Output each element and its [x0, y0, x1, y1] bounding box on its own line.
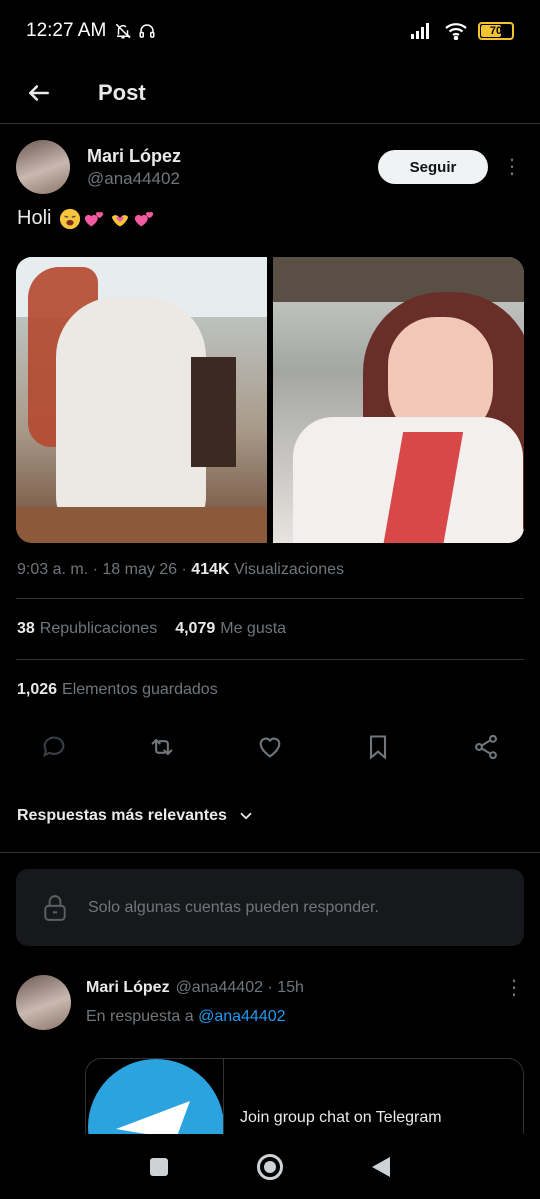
post-image-1[interactable]: [16, 257, 267, 543]
author-handle[interactable]: @ana44402: [87, 169, 181, 189]
status-time: 12:27 AM: [26, 20, 107, 41]
follow-button[interactable]: Seguir: [378, 150, 488, 184]
page-title: Post: [98, 79, 146, 105]
in-reply-to: En respuesta a @ana44402: [86, 1008, 524, 1026]
reply-restriction-notice: Solo algunas cuentas pueden responder.: [16, 869, 524, 946]
telegram-link-card[interactable]: Join group chat on Telegram: [85, 1058, 524, 1134]
reply-item[interactable]: Mari López @ana44402 · 15h ⋮ En respuest…: [16, 975, 524, 1030]
heart-hands-icon: [112, 214, 129, 226]
avatar[interactable]: [16, 975, 71, 1030]
likes-count: 4,079: [175, 620, 216, 637]
headset-icon: [139, 24, 155, 38]
avatar[interactable]: [16, 140, 70, 194]
back-triangle-icon[interactable]: [370, 1155, 392, 1179]
engagement-stats: 38 Republicaciones 4,079 Me gusta: [17, 620, 286, 638]
post-media: [16, 257, 524, 543]
reposts-count: 38: [17, 620, 35, 637]
home-circle-icon[interactable]: [256, 1153, 284, 1181]
in-reply-handle-link[interactable]: @ana44402: [198, 1008, 285, 1025]
more-options-icon[interactable]: ⋮: [500, 157, 524, 177]
post-emojis: [59, 208, 156, 230]
reply-handle-time: @ana44402 · 15h: [175, 978, 304, 996]
card-title: Join group chat on Telegram: [240, 1109, 442, 1126]
bell-off-icon: [116, 23, 132, 39]
likes-label: Me gusta: [220, 620, 287, 637]
lock-icon: [44, 894, 66, 921]
divider: [16, 659, 524, 660]
battery-icon: 70: [478, 22, 514, 40]
two-hearts-icon: [135, 211, 154, 226]
author-display-name[interactable]: Mari López: [87, 146, 181, 167]
divider: [0, 852, 540, 853]
bookmarks-count: 1,026: [17, 681, 58, 698]
post-meta: 9:03 a. m. · 18 may 26 · 414K Visualizac…: [17, 561, 344, 579]
in-reply-prefix: En respuesta a: [86, 1008, 199, 1025]
post-text-content: Holi: [17, 207, 52, 229]
likes-stat[interactable]: 4,079 Me gusta: [175, 620, 286, 638]
signal-icon: [411, 23, 429, 39]
reposts-stat[interactable]: 38 Republicaciones: [17, 620, 157, 638]
system-nav-bar: [0, 1134, 540, 1199]
post-image-2[interactable]: [273, 257, 524, 543]
post-text: Holi: [17, 207, 156, 230]
bookmarks-label: Elementos guardados: [62, 681, 218, 698]
back-arrow-icon[interactable]: [26, 80, 52, 106]
top-bar: Post: [0, 62, 540, 124]
repost-icon[interactable]: [148, 733, 176, 761]
views-count: 414K: [191, 561, 230, 578]
replies-sort-dropdown[interactable]: Respuestas más relevantes: [17, 807, 255, 825]
reposts-label: Republicaciones: [39, 620, 158, 637]
share-icon[interactable]: [472, 733, 500, 761]
more-options-icon[interactable]: ⋮: [504, 975, 524, 1000]
recents-square-icon[interactable]: [148, 1156, 170, 1178]
reply-restriction-label: Solo algunas cuentas pueden responder.: [88, 898, 379, 916]
post-timestamp: 9:03 a. m. · 18 may 26 ·: [17, 561, 192, 578]
battery-level: 70: [489, 25, 503, 37]
reply-display-name[interactable]: Mari López: [86, 979, 170, 997]
replies-sort-label: Respuestas más relevantes: [17, 807, 227, 824]
weary-face-icon: [60, 208, 81, 229]
chevron-down-icon: [240, 812, 252, 820]
reply-icon[interactable]: [40, 733, 68, 761]
post-actions: [40, 733, 500, 761]
post-header: Mari López @ana44402 Seguir ⋮: [16, 140, 524, 194]
bookmarks-stat[interactable]: 1,026 Elementos guardados: [17, 681, 218, 699]
two-hearts-icon: [85, 211, 104, 226]
telegram-plane-icon: [116, 1101, 190, 1134]
like-heart-icon[interactable]: [256, 733, 284, 761]
card-thumbnail: [86, 1059, 224, 1134]
bookmark-icon[interactable]: [364, 733, 392, 761]
status-bar: 12:27 AM 70: [0, 0, 540, 62]
wifi-icon: [445, 23, 467, 40]
views-label: Visualizaciones: [229, 561, 344, 578]
divider: [16, 598, 524, 599]
